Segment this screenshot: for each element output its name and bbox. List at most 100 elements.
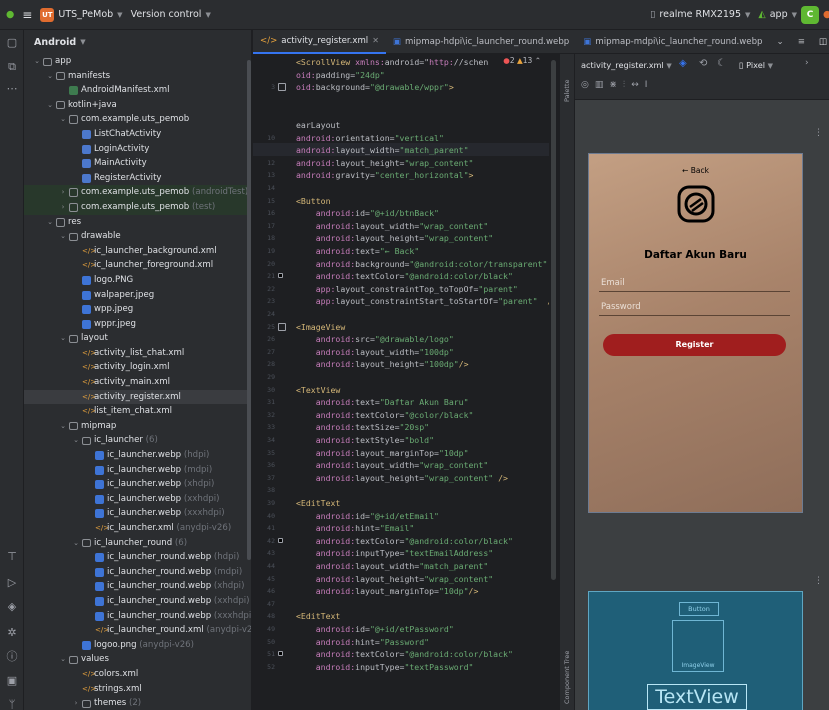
tree-item[interactable]: ic_launcher_round.webp (xxxhdpi) bbox=[24, 609, 251, 624]
preview-register-button[interactable]: Register bbox=[603, 334, 786, 356]
terminal-icon[interactable]: ▣ bbox=[5, 674, 19, 688]
tree-item[interactable]: ⌄ kotlin+java bbox=[24, 98, 251, 113]
tree-item[interactable]: ⌄ layout bbox=[24, 331, 251, 346]
palette-tab[interactable]: Palette bbox=[563, 79, 571, 102]
chevron-right-icon[interactable]: › bbox=[58, 185, 68, 200]
chevron-up-icon[interactable]: ⌃ bbox=[535, 56, 541, 65]
night-mode-icon[interactable]: ☾ bbox=[717, 58, 726, 69]
tree-item[interactable]: ⌄ app bbox=[24, 54, 251, 69]
tree-scrollbar[interactable] bbox=[247, 60, 251, 560]
design-surface-icon[interactable]: ◈ bbox=[679, 58, 687, 69]
preview-back-button[interactable]: ← Back bbox=[589, 166, 802, 175]
chevron-down-icon[interactable]: ⌄ bbox=[58, 229, 68, 244]
structure-icon[interactable]: ⧉ bbox=[5, 60, 19, 74]
grid-icon[interactable]: ▥ bbox=[595, 80, 610, 90]
preview-password-field[interactable]: Password bbox=[599, 298, 790, 316]
tree-item[interactable]: ⌄ ic_launcher (6) bbox=[24, 433, 251, 448]
tree-item[interactable]: RegisterActivity bbox=[24, 171, 251, 186]
chevron-down-icon[interactable]: ⌄ bbox=[45, 69, 55, 84]
more-options-icon[interactable]: ⋮ bbox=[814, 128, 823, 138]
tree-item[interactable]: AndroidManifest.xml bbox=[24, 83, 251, 98]
inspection-badge[interactable]: ●2 ▲13 ⌃ bbox=[503, 56, 541, 65]
tree-item[interactable]: </> list_item_chat.xml bbox=[24, 404, 251, 419]
tree-item[interactable]: ⌄ values bbox=[24, 652, 251, 667]
tree-item[interactable]: </> ic_launcher.xml (anydpi-v26) bbox=[24, 521, 251, 536]
tree-item[interactable]: wpp.jpeg bbox=[24, 302, 251, 317]
tree-item[interactable]: › com.example.uts_pemob (test) bbox=[24, 199, 251, 215]
chevron-right-icon[interactable]: › bbox=[71, 696, 81, 710]
tab-mipmap-hdpi[interactable]: ▣ mipmap-hdpi\ic_launcher_round.webp bbox=[386, 30, 576, 54]
window-control-icon[interactable]: ● bbox=[2, 5, 18, 25]
vcs-selector[interactable]: Version control ▼ bbox=[127, 5, 215, 25]
more-options-icon[interactable]: ⋮ bbox=[814, 576, 823, 586]
chevron-down-icon[interactable]: ⌄ bbox=[58, 652, 68, 667]
hamburger-icon[interactable]: ≡ bbox=[18, 5, 36, 25]
baseline-icon[interactable]: I bbox=[645, 80, 654, 90]
close-icon[interactable]: ✕ bbox=[372, 36, 379, 45]
color-swatch-icon[interactable] bbox=[278, 273, 283, 279]
git-icon[interactable]: ᛘ bbox=[5, 698, 19, 710]
tree-item[interactable]: </>ic_launcher_round.xml (anydpi-v26) bbox=[24, 623, 251, 638]
folder-icon[interactable]: ▢ bbox=[5, 36, 19, 50]
chevron-down-icon[interactable]: ⌄ bbox=[45, 215, 55, 230]
tab-overflow-icon[interactable]: ⌄ bbox=[769, 30, 790, 54]
tab-mipmap-mdpi[interactable]: ▣ mipmap-mdpi\ic_launcher_round.webp bbox=[576, 30, 769, 54]
scrollbar-thumb[interactable] bbox=[551, 60, 556, 580]
project-selector[interactable]: UT UTS_PeMob ▼ bbox=[36, 5, 126, 25]
more-icon[interactable]: ⋯ bbox=[5, 82, 19, 96]
tree-item[interactable]: MainActivity bbox=[24, 156, 251, 171]
tree-item[interactable]: ic_launcher.webp (mdpi) bbox=[24, 463, 251, 478]
chevron-down-icon[interactable]: ⌄ bbox=[71, 433, 81, 448]
run-config-selector[interactable]: ◭ app ▼ bbox=[754, 5, 801, 25]
color-swatch-icon[interactable] bbox=[278, 537, 283, 543]
tree-item[interactable]: ⌄ mipmap bbox=[24, 419, 251, 434]
tree-item[interactable]: ic_launcher_round.webp (hdpi) bbox=[24, 550, 251, 565]
project-view-selector[interactable]: Android ▼ bbox=[24, 30, 251, 54]
design-canvas[interactable]: ⋮ ← Back Daftar Akun Baru Email Password… bbox=[575, 100, 829, 710]
preview-email-field[interactable]: Email bbox=[599, 274, 790, 292]
tree-item[interactable]: logoo.png (anydpi-v26) bbox=[24, 638, 251, 653]
run-button[interactable]: C bbox=[801, 5, 819, 24]
tree-item[interactable]: ListChatActivity bbox=[24, 127, 251, 142]
code-view-icon[interactable]: ≡ bbox=[791, 30, 812, 54]
problems-icon[interactable]: ⓘ bbox=[5, 650, 19, 664]
run-icon[interactable]: ▷ bbox=[5, 576, 19, 590]
phone-preview[interactable]: ← Back Daftar Akun Baru Email Password R… bbox=[588, 153, 803, 513]
tree-item[interactable]: logo.PNG bbox=[24, 273, 251, 288]
tree-item[interactable]: ⌄ drawable bbox=[24, 229, 251, 244]
tree-item[interactable]: ⌄ com.example.uts_pemob bbox=[24, 112, 251, 127]
editor-scrollbar[interactable] bbox=[549, 54, 559, 710]
tab-activity-register[interactable]: </> activity_register.xml ✕ bbox=[253, 30, 386, 54]
tree-item[interactable]: › themes (2) bbox=[24, 696, 251, 710]
blueprint-imageview[interactable]: ImageView bbox=[672, 620, 724, 672]
tree-item[interactable]: wppr.jpeg bbox=[24, 317, 251, 332]
magnet-icon[interactable]: ⋇ bbox=[609, 80, 623, 90]
margin-icon[interactable]: ↔ bbox=[631, 80, 645, 90]
debug-icon[interactable]: ✲ bbox=[5, 626, 19, 640]
blueprint-textview[interactable]: TextView bbox=[647, 684, 747, 710]
tree-item[interactable]: ic_launcher.webp (xxxhdpi) bbox=[24, 506, 251, 521]
tree-item[interactable]: walpaper.jpeg bbox=[24, 288, 251, 303]
image-preview-icon[interactable] bbox=[278, 322, 286, 331]
chevron-down-icon[interactable]: ⌄ bbox=[58, 331, 68, 346]
code-editor[interactable]: 3101112131415161718192021222324252627282… bbox=[253, 54, 559, 710]
tree-item[interactable]: ic_launcher_round.webp (xxhdpi) bbox=[24, 594, 251, 609]
overflow-icon[interactable]: ● bbox=[819, 5, 829, 25]
chevron-down-icon[interactable]: ⌄ bbox=[45, 98, 55, 113]
tree-item[interactable]: </> activity_list_chat.xml bbox=[24, 346, 251, 361]
tree-item[interactable]: ic_launcher.webp (hdpi) bbox=[24, 448, 251, 463]
device-selector[interactable]: ▯ realme RMX2195 ▼ bbox=[646, 5, 754, 25]
tree-item[interactable]: ⌄ ic_launcher_round (6) bbox=[24, 536, 251, 551]
tree-item[interactable]: ⌄ manifests bbox=[24, 69, 251, 84]
tree-item[interactable]: ic_launcher.webp (xhdpi) bbox=[24, 477, 251, 492]
tree-item[interactable]: ic_launcher_round.webp (xhdpi) bbox=[24, 579, 251, 594]
tree-item[interactable]: </> activity_login.xml bbox=[24, 360, 251, 375]
chevron-right-icon[interactable]: › bbox=[58, 200, 68, 215]
layout-file-dropdown[interactable]: activity_register.xml ▼ bbox=[581, 60, 672, 70]
tree-item[interactable]: </> activity_main.xml bbox=[24, 375, 251, 390]
tree-item[interactable]: </> colors.xml bbox=[24, 667, 251, 682]
tree-item[interactable]: ic_launcher.webp (xxhdpi) bbox=[24, 492, 251, 507]
device-dropdown[interactable]: ▯ Pixel ▼ bbox=[739, 60, 773, 70]
orientation-icon[interactable]: ⟲ bbox=[699, 58, 707, 69]
split-view-icon[interactable]: ◫ bbox=[812, 30, 829, 54]
